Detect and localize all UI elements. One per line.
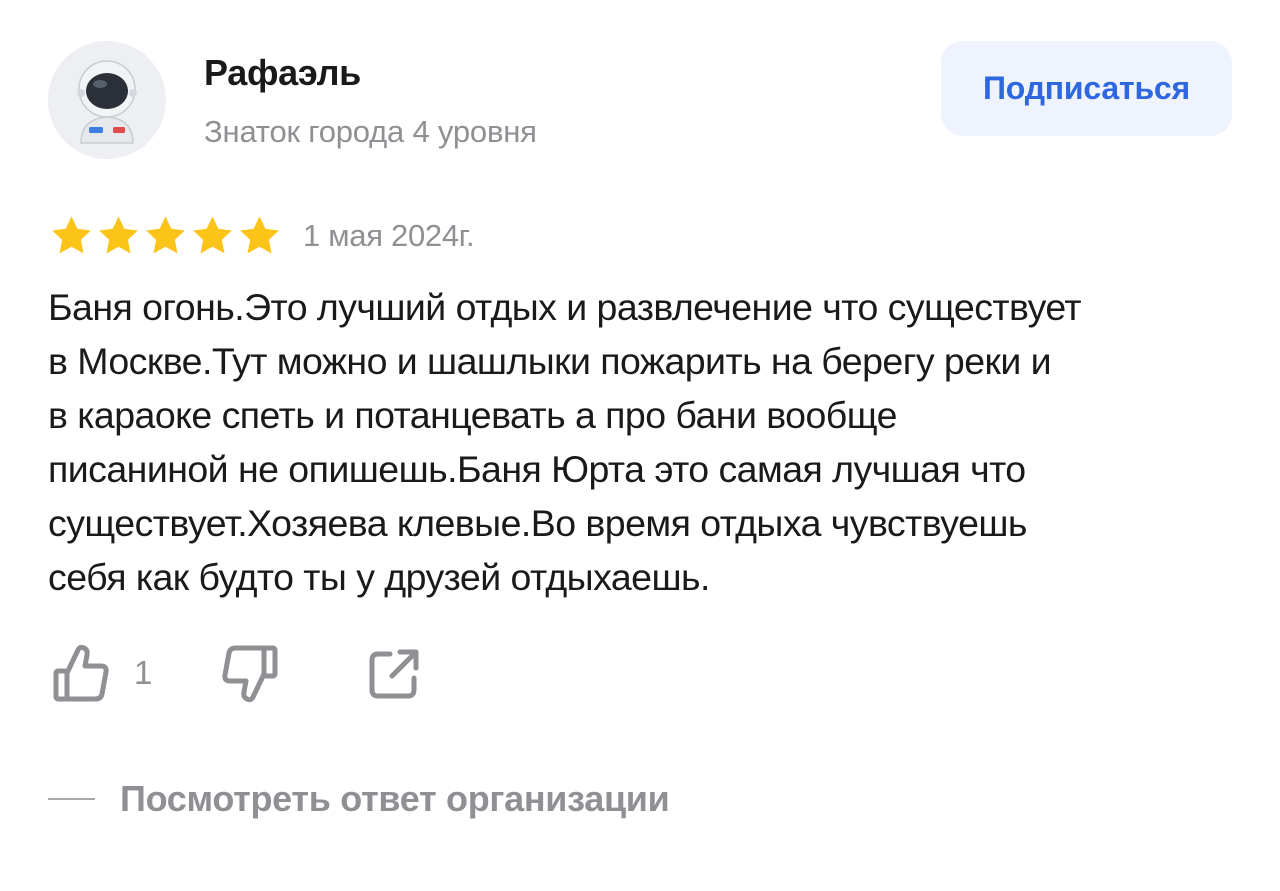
like-count: 1 [134,654,153,691]
subscribe-button[interactable]: Подписаться [941,41,1232,136]
view-org-answer-link[interactable]: Посмотреть ответ организации [48,778,670,820]
thumbs-up-icon [53,644,109,702]
author-name[interactable]: Рафаэль [204,52,361,94]
share-button[interactable] [366,646,422,702]
divider [48,798,95,800]
review-card: Рафаэль Знаток города 4 уровня Подписать… [0,0,1280,891]
thumbs-down-icon [222,645,278,703]
avatar[interactable] [48,41,166,159]
dislike-button[interactable] [218,642,280,706]
like-button[interactable]: 1 [52,642,152,704]
star-icon [99,216,138,254]
review-date: 1 мая 2024г. [303,218,475,253]
rating-stars [48,213,283,258]
astronaut-icon [77,60,137,144]
star-icon [240,216,279,254]
author-level: Знаток города 4 уровня [204,114,537,149]
org-answer-label: Посмотреть ответ организации [120,778,670,819]
star-icon [52,216,91,254]
share-icon [369,649,419,699]
star-icon [193,216,232,254]
review-text: Баня огонь.Это лучший отдых и развлечени… [48,286,1082,598]
star-icon [146,216,185,254]
